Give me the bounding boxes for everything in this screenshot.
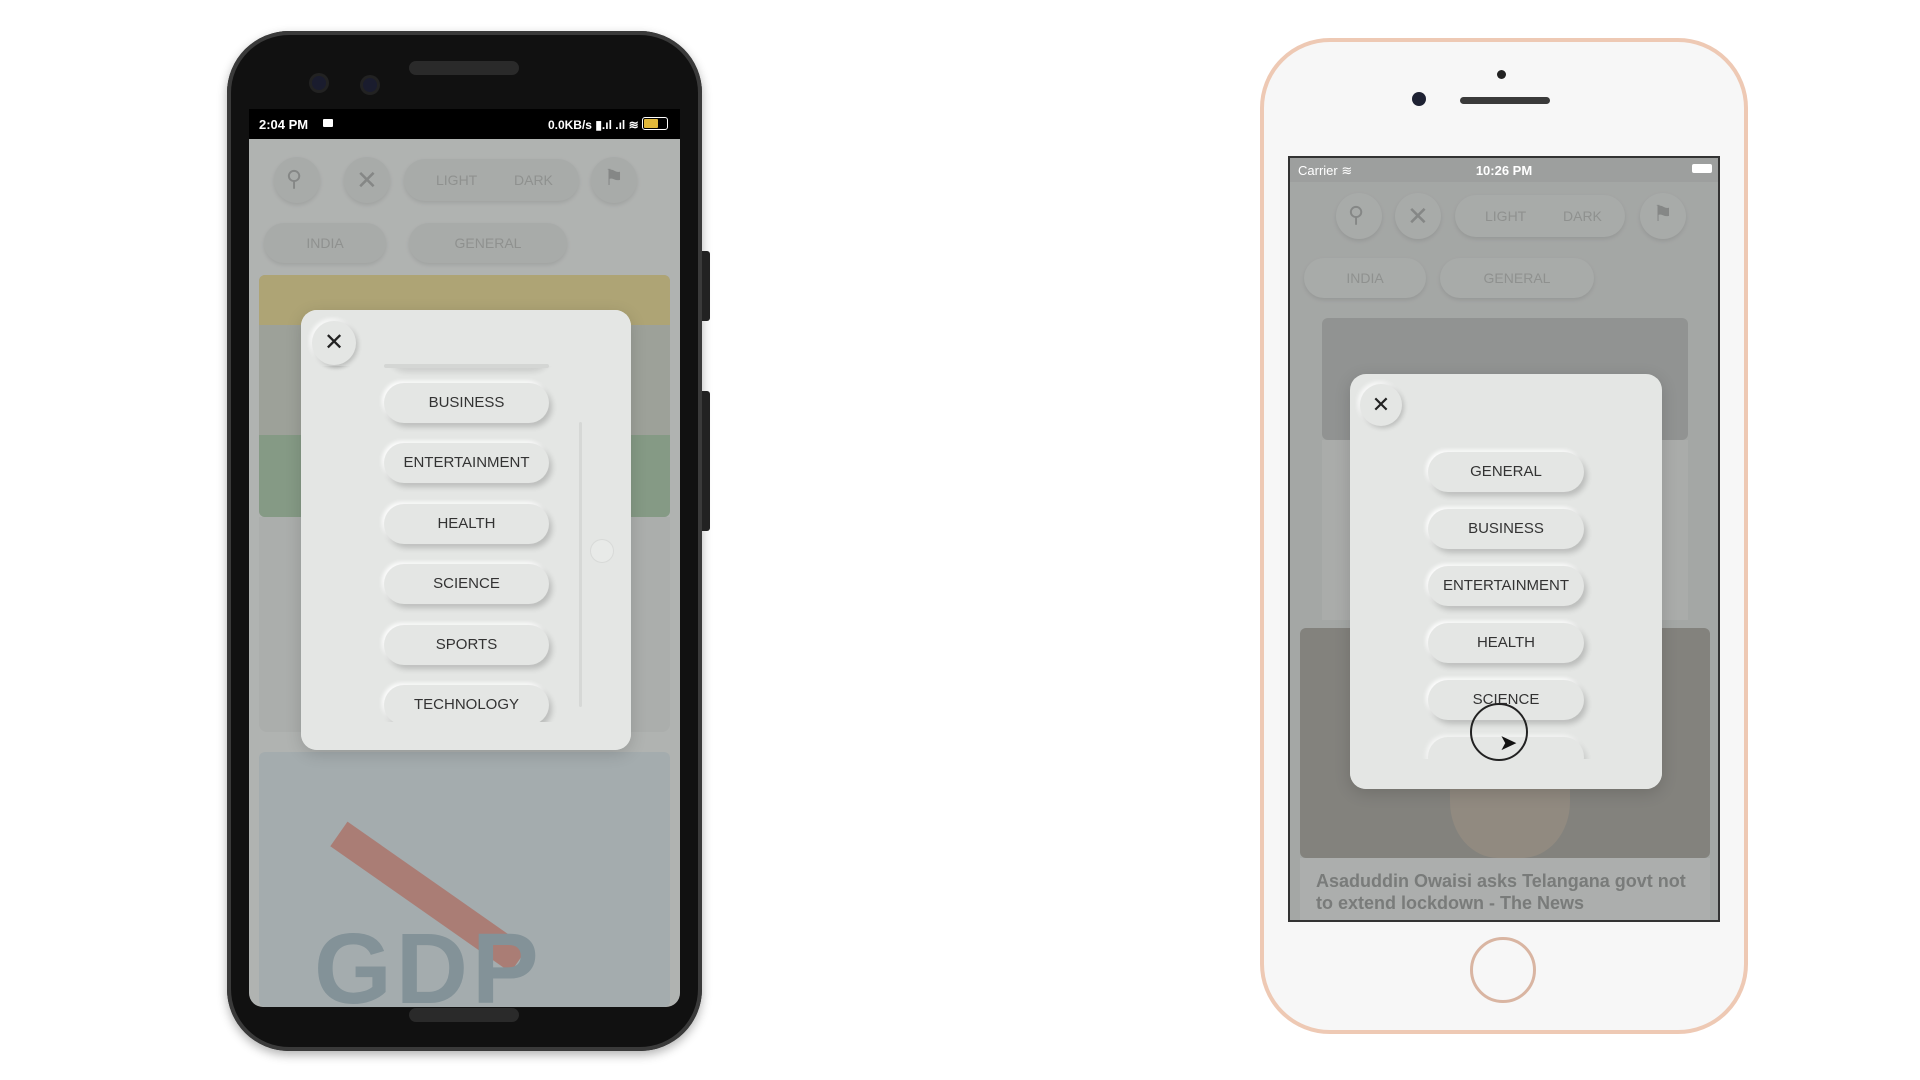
scroll-thumb[interactable] [591,540,613,562]
android-screen: ⚲ ✕ LIGHT DARK ⚑ INDIA GENERAL GDP ✕ [249,109,680,1007]
category-entertainment[interactable]: ENTERTAINMENT [384,443,549,483]
category-modal: ✕ GENERAL BUSINESS ENTERTAINMENT HEALTH … [1350,374,1662,789]
category-general[interactable]: GENERAL [1428,452,1584,492]
battery-icon [1692,164,1712,173]
earpiece [409,61,519,75]
close-icon: ✕ [323,329,345,356]
category-health[interactable]: HEALTH [1428,623,1584,663]
modal-close-button-top[interactable]: ✕ [312,321,356,365]
android-device: ⚲ ✕ LIGHT DARK ⚑ INDIA GENERAL GDP ✕ [227,31,710,1051]
front-camera-icon [312,76,326,90]
volume-button [702,391,710,531]
android-status-bar: 2:04 PM 0.0KB/s ▮.ıl .ıl ≋ [249,109,680,139]
signal-icon: ▮.ıl .ıl [595,118,629,132]
category-business[interactable]: BUSINESS [384,383,549,423]
category-entertainment[interactable]: ENTERTAINMENT [1428,566,1584,606]
front-camera-icon [1412,92,1426,106]
scroll-track[interactable] [579,422,582,707]
close-icon: ✕ [1371,392,1391,417]
category-science[interactable]: SCIENCE [384,564,549,604]
status-time: 10:26 PM [1475,163,1533,178]
category-health[interactable]: HEALTH [384,504,549,544]
category-business[interactable]: BUSINESS [1428,509,1584,549]
earpiece [1460,97,1550,104]
bottom-speaker [409,1008,519,1022]
power-button [702,251,710,321]
category-sports[interactable]: SPORTS [384,625,549,665]
video-record-icon [323,119,333,127]
modal-close-button[interactable]: ✕ [1360,384,1402,426]
status-time: 2:04 PM [259,117,309,132]
category-modal: ✕ BUSINESS ENTERTAINMENT HEALTH SCIENCE … [301,310,631,750]
status-right: 0.0KB/s ▮.ıl .ıl ≋ [548,117,668,132]
network-speed: 0.0KB/s [547,118,592,132]
wifi-icon: ≋ [628,118,639,132]
battery-icon [642,117,668,130]
iphone-device: ⚲ ✕ LIGHT DARK ⚑ INDIA GENERAL Asaduddin… [1260,38,1748,1034]
cursor-icon: ➤ [1499,730,1518,755]
proximity-sensor [1497,70,1506,79]
category-technology[interactable]: TECHNOLOGY [384,685,549,725]
front-sensor-icon [363,78,377,92]
home-button[interactable] [1470,937,1536,1003]
iphone-screen: ⚲ ✕ LIGHT DARK ⚑ INDIA GENERAL Asaduddin… [1288,156,1720,922]
ios-status-bar: Carrier ≋ 10:26 PM [1290,158,1718,182]
